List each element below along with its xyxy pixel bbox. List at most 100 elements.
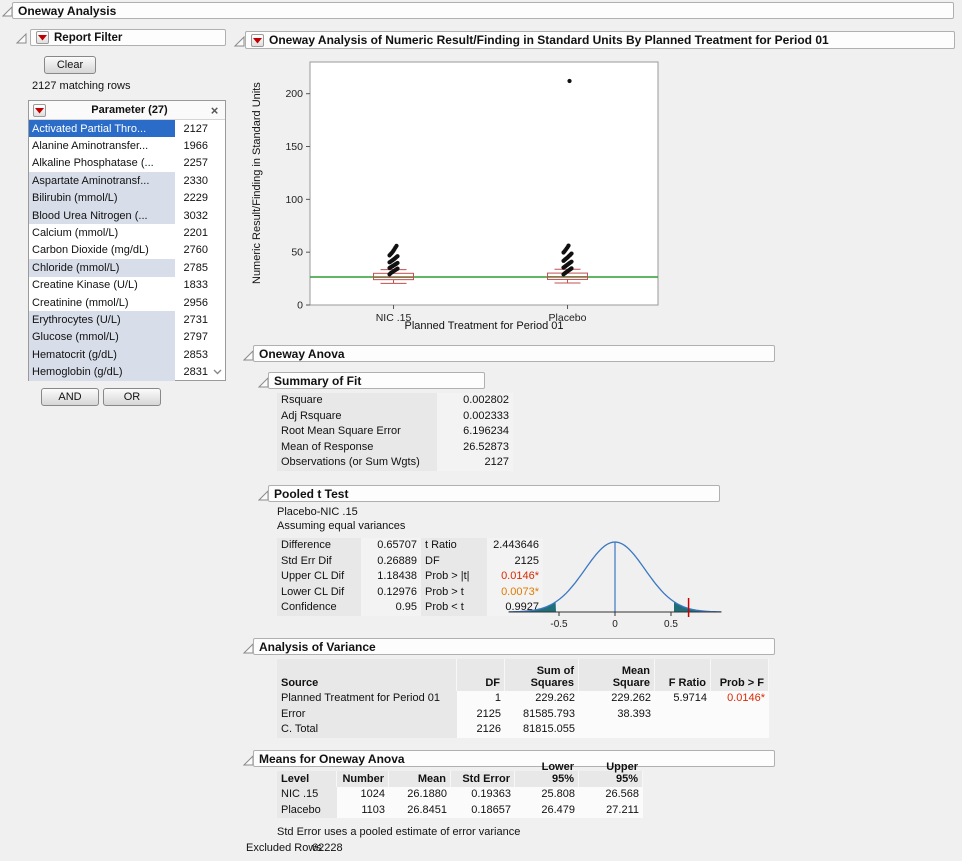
level-cell: NIC .15 (277, 787, 337, 803)
t-distribution-plot[interactable]: -0.500.5 (500, 524, 730, 636)
red-triangle-menu-icon[interactable] (33, 104, 46, 117)
svg-text:100: 100 (285, 194, 303, 206)
column-header: Level (277, 771, 337, 787)
column-header: Mean (389, 771, 451, 787)
close-icon[interactable]: × (208, 104, 221, 117)
parameter-label[interactable]: Creatinine (mmol/L) (29, 294, 175, 311)
parameter-label[interactable]: Hematocrit (g/dL) (29, 346, 175, 363)
page-title: Oneway Analysis (18, 4, 116, 18)
parameter-count: 2330 (175, 175, 225, 187)
list-item[interactable]: Calcium (mmol/L)2201 (29, 224, 225, 241)
source-cell: C. Total (277, 722, 457, 738)
parameter-label[interactable]: Activated Partial Thro... (29, 120, 175, 137)
parameter-label[interactable]: Bilirubin (mmol/L) (29, 190, 175, 207)
stat-value: 0.95 (361, 600, 421, 616)
list-item[interactable]: Erythrocytes (U/L)2731 (29, 311, 225, 328)
df-cell: 2125 (457, 707, 505, 723)
and-button[interactable]: AND (41, 388, 99, 406)
stat-value: 0.12976 (361, 585, 421, 601)
upper-cell: 27.211 (579, 803, 643, 819)
pooled-t-test-title: Pooled t Test (274, 487, 348, 501)
ms-cell: 229.262 (579, 691, 655, 707)
parameter-label[interactable]: Chloride (mmol/L) (29, 259, 175, 276)
parameter-count: 2785 (175, 262, 225, 274)
parameter-count: 2257 (175, 157, 225, 169)
pooled-t-test-header: Pooled t Test (268, 485, 720, 502)
ss-cell: 81815.055 (505, 722, 579, 738)
oneway-scatter-plot[interactable]: 050100150200NIC .15Placebo (266, 58, 664, 326)
or-button[interactable]: OR (103, 388, 161, 406)
parameter-label[interactable]: Hemoglobin (g/dL) (29, 363, 175, 380)
svg-text:0: 0 (297, 300, 303, 312)
list-item[interactable]: Chloride (mmol/L)2785 (29, 259, 225, 276)
t-test-assumption: Assuming equal variances (277, 520, 405, 532)
t-test-subtitle: Placebo-NIC .15 (277, 506, 358, 518)
ss-cell: 229.262 (505, 691, 579, 707)
parameter-label[interactable]: Aspartate Aminotransf... (29, 172, 175, 189)
list-item[interactable]: Bilirubin (mmol/L)2229 (29, 190, 225, 207)
parameter-count: 2731 (175, 314, 225, 326)
parameter-label[interactable]: Alanine Aminotransfer... (29, 137, 175, 154)
column-header: Lower 95% (515, 771, 579, 787)
source-cell: Planned Treatment for Period 01 (277, 691, 457, 707)
parameter-label[interactable]: Erythrocytes (U/L) (29, 311, 175, 328)
and-button-label: AND (58, 391, 81, 403)
oneway-anova-title: Oneway Anova (259, 347, 345, 361)
stat-label: Std Err Dif (277, 554, 361, 570)
stat-value: 0.26889 (361, 554, 421, 570)
anova-table: SourceDFSum of SquaresMean SquareF Ratio… (277, 659, 769, 738)
clear-button[interactable]: Clear (44, 56, 96, 74)
list-item[interactable]: Glucose (mmol/L)2797 (29, 329, 225, 346)
parameter-label[interactable]: Alkaline Phosphatase (... (29, 155, 175, 172)
number-cell: 1024 (337, 787, 389, 803)
disclosure-triangle[interactable] (234, 36, 245, 47)
list-item[interactable]: Creatine Kinase (U/L)1833 (29, 277, 225, 294)
stat-label: Difference (277, 538, 361, 554)
ms-cell (579, 722, 655, 738)
p-cell: 0.0146* (711, 691, 769, 707)
parameter-label[interactable]: Creatine Kinase (U/L) (29, 277, 175, 294)
red-triangle-menu-icon[interactable] (251, 34, 264, 47)
scroll-down-icon[interactable] (212, 367, 223, 379)
report-filter-title: Report Filter (54, 32, 122, 44)
f-cell (655, 707, 711, 723)
disclosure-triangle[interactable] (16, 33, 27, 44)
stat-value: 0.65707 (361, 538, 421, 554)
matching-rows-text: 2127 matching rows (32, 80, 130, 92)
parameter-list-header: Parameter (27) × (29, 101, 225, 120)
stat-label: Confidence (277, 600, 361, 616)
list-item[interactable]: Alanine Aminotransfer...1966 (29, 137, 225, 154)
f-cell (655, 722, 711, 738)
column-header: Sum of Squares (505, 659, 579, 691)
list-item[interactable]: Hematocrit (g/dL)2853 (29, 346, 225, 363)
window-title-bar: Oneway Analysis (12, 2, 954, 19)
column-header: F Ratio (655, 659, 711, 691)
parameter-label[interactable]: Blood Urea Nitrogen (... (29, 207, 175, 224)
parameter-count: 2853 (175, 349, 225, 361)
red-triangle-menu-icon[interactable] (36, 31, 49, 44)
parameter-list: Activated Partial Thro...2127Alanine Ami… (29, 120, 225, 381)
stat-value: 6.196234 (437, 424, 513, 440)
list-item[interactable]: Alkaline Phosphatase (...2257 (29, 155, 225, 172)
stat-value: 0.002333 (437, 409, 513, 425)
parameter-label[interactable]: Carbon Dioxide (mg/dL) (29, 242, 175, 259)
lower-cell: 25.808 (515, 787, 579, 803)
list-item[interactable]: Blood Urea Nitrogen (...3032 (29, 207, 225, 224)
column-header: DF (457, 659, 505, 691)
source-cell: Error (277, 707, 457, 723)
parameter-label[interactable]: Glucose (mmol/L) (29, 329, 175, 346)
means-title: Means for Oneway Anova (259, 752, 405, 766)
list-item[interactable]: Creatinine (mmol/L)2956 (29, 294, 225, 311)
svg-text:50: 50 (291, 247, 303, 259)
parameter-count: 2201 (175, 227, 225, 239)
list-item[interactable]: Hemoglobin (g/dL)2831 (29, 363, 225, 380)
stat-label: DF (421, 554, 487, 570)
svg-text:0: 0 (612, 619, 618, 630)
stat-value: 2127 (437, 455, 513, 471)
anova-header: Analysis of Variance (253, 638, 775, 655)
parameter-label[interactable]: Calcium (mmol/L) (29, 224, 175, 241)
list-item[interactable]: Activated Partial Thro...2127 (29, 120, 225, 137)
column-header: Source (277, 659, 457, 691)
list-item[interactable]: Aspartate Aminotransf...2330 (29, 172, 225, 189)
list-item[interactable]: Carbon Dioxide (mg/dL)2760 (29, 242, 225, 259)
